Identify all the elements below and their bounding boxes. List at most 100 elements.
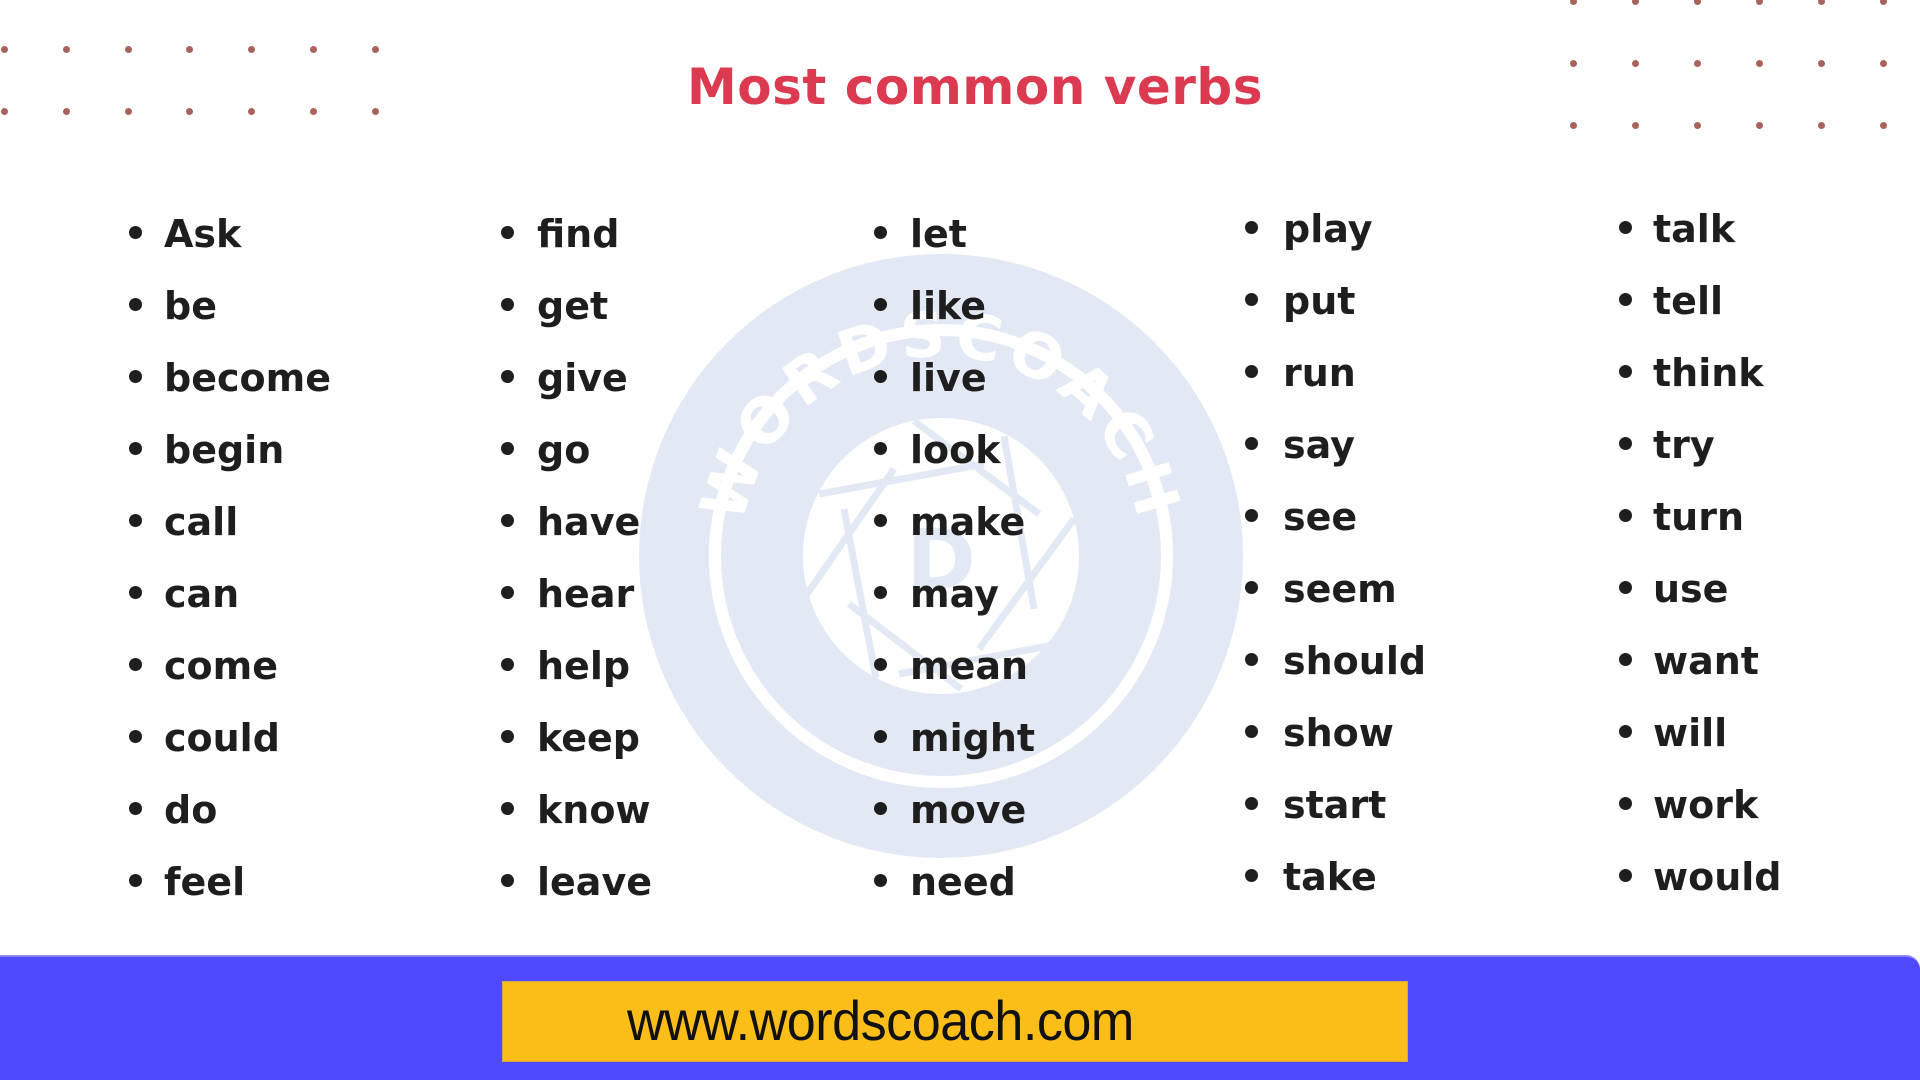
bullet-icon (874, 226, 887, 239)
verb-list-item: use (1653, 567, 1729, 611)
bullet-icon (129, 298, 142, 311)
bullet-icon (129, 442, 142, 455)
verb-list-item: can (164, 572, 240, 616)
verb-list-item: hear (537, 572, 635, 616)
decorative-dot (310, 46, 317, 53)
bullet-icon (501, 442, 514, 455)
verb-list-item: make (910, 500, 1026, 544)
verb-list-item: begin (164, 428, 285, 472)
bullet-icon (874, 370, 887, 383)
decorative-dot (63, 46, 70, 53)
verb-list-item: talk (1653, 207, 1736, 251)
bullet-icon (1619, 221, 1632, 234)
verb-list-item: would (1653, 855, 1782, 899)
verb-list-item: seem (1283, 567, 1397, 611)
decorative-dot (1570, 0, 1577, 5)
bullet-icon (1245, 437, 1258, 450)
verb-list-item: feel (164, 860, 246, 904)
verb-list-item: do (164, 788, 218, 832)
bullet-icon (1619, 653, 1632, 666)
bullet-icon (501, 658, 514, 671)
bullet-icon (501, 730, 514, 743)
verb-list-item: might (910, 716, 1036, 760)
bullet-icon (129, 514, 142, 527)
decorative-dot (186, 46, 193, 53)
bullet-icon (1245, 653, 1258, 666)
verb-list-item: live (910, 356, 987, 400)
verb-list-item: like (910, 284, 987, 328)
verb-list-item: will (1653, 711, 1728, 755)
verb-list-item: may (910, 572, 999, 616)
verb-list-item: get (537, 284, 609, 328)
decorative-dot (1632, 0, 1639, 5)
wordscoach-watermark-logo: WORDSCOACH D (639, 254, 1243, 858)
bullet-icon (501, 874, 514, 887)
verb-list-item: find (537, 212, 620, 256)
bullet-icon (129, 586, 142, 599)
bullet-icon (874, 730, 887, 743)
bullet-icon (129, 658, 142, 671)
decorative-dot (1694, 0, 1701, 5)
verb-list-item: show (1283, 711, 1394, 755)
decorative-dot (1694, 122, 1701, 129)
verb-list-item: try (1653, 423, 1715, 467)
bullet-icon (1619, 797, 1632, 810)
decorative-dot (1632, 122, 1639, 129)
decorative-dot (1880, 122, 1887, 129)
verb-list-item: go (537, 428, 591, 472)
bullet-icon (1245, 797, 1258, 810)
verb-list-item: turn (1653, 495, 1745, 539)
bullet-icon (501, 514, 514, 527)
verb-list-item: start (1283, 783, 1387, 827)
decorative-dot (248, 46, 255, 53)
bullet-icon (1245, 293, 1258, 306)
verb-list-item: leave (537, 860, 652, 904)
decorative-dot (1570, 122, 1577, 129)
decorative-dot (372, 46, 379, 53)
verb-list-item: take (1283, 855, 1377, 899)
verb-list-item: move (910, 788, 1027, 832)
verb-list-item: need (910, 860, 1016, 904)
verb-list-item: say (1283, 423, 1355, 467)
bullet-icon (129, 874, 142, 887)
bullet-icon (1245, 581, 1258, 594)
bullet-icon (129, 370, 142, 383)
bullet-icon (874, 586, 887, 599)
bullet-icon (1619, 725, 1632, 738)
bullet-icon (501, 586, 514, 599)
decorative-dot (1880, 0, 1887, 5)
decorative-dot (1818, 122, 1825, 129)
verb-list-item: think (1653, 351, 1764, 395)
decorative-dot (1, 46, 8, 53)
bullet-icon (1245, 365, 1258, 378)
verb-list-item: call (164, 500, 239, 544)
verb-list-item: mean (910, 644, 1029, 688)
bullet-icon (1619, 869, 1632, 882)
verb-list-item: have (537, 500, 641, 544)
verb-list-item: help (537, 644, 631, 688)
verb-list-item: should (1283, 639, 1427, 683)
bullet-icon (501, 226, 514, 239)
bullet-icon (1619, 509, 1632, 522)
verb-list-item: let (910, 212, 967, 256)
bullet-icon (129, 730, 142, 743)
verb-list-item: become (164, 356, 331, 400)
decorative-dot (1756, 0, 1763, 5)
bullet-icon (1619, 437, 1632, 450)
verb-list-item: see (1283, 495, 1358, 539)
bullet-icon (501, 370, 514, 383)
verb-list-item: play (1283, 207, 1373, 251)
bullet-icon (1619, 581, 1632, 594)
bullet-icon (1245, 725, 1258, 738)
verb-list-item: be (164, 284, 217, 328)
verb-list-item: come (164, 644, 278, 688)
bullet-icon (874, 442, 887, 455)
bullet-icon (874, 874, 887, 887)
bullet-icon (501, 298, 514, 311)
bullet-icon (874, 658, 887, 671)
decorative-dot (1756, 122, 1763, 129)
website-url[interactable]: www.wordscoach.com (627, 990, 1134, 1052)
bullet-icon (874, 802, 887, 815)
verb-list-item: give (537, 356, 628, 400)
bullet-icon (1619, 293, 1632, 306)
